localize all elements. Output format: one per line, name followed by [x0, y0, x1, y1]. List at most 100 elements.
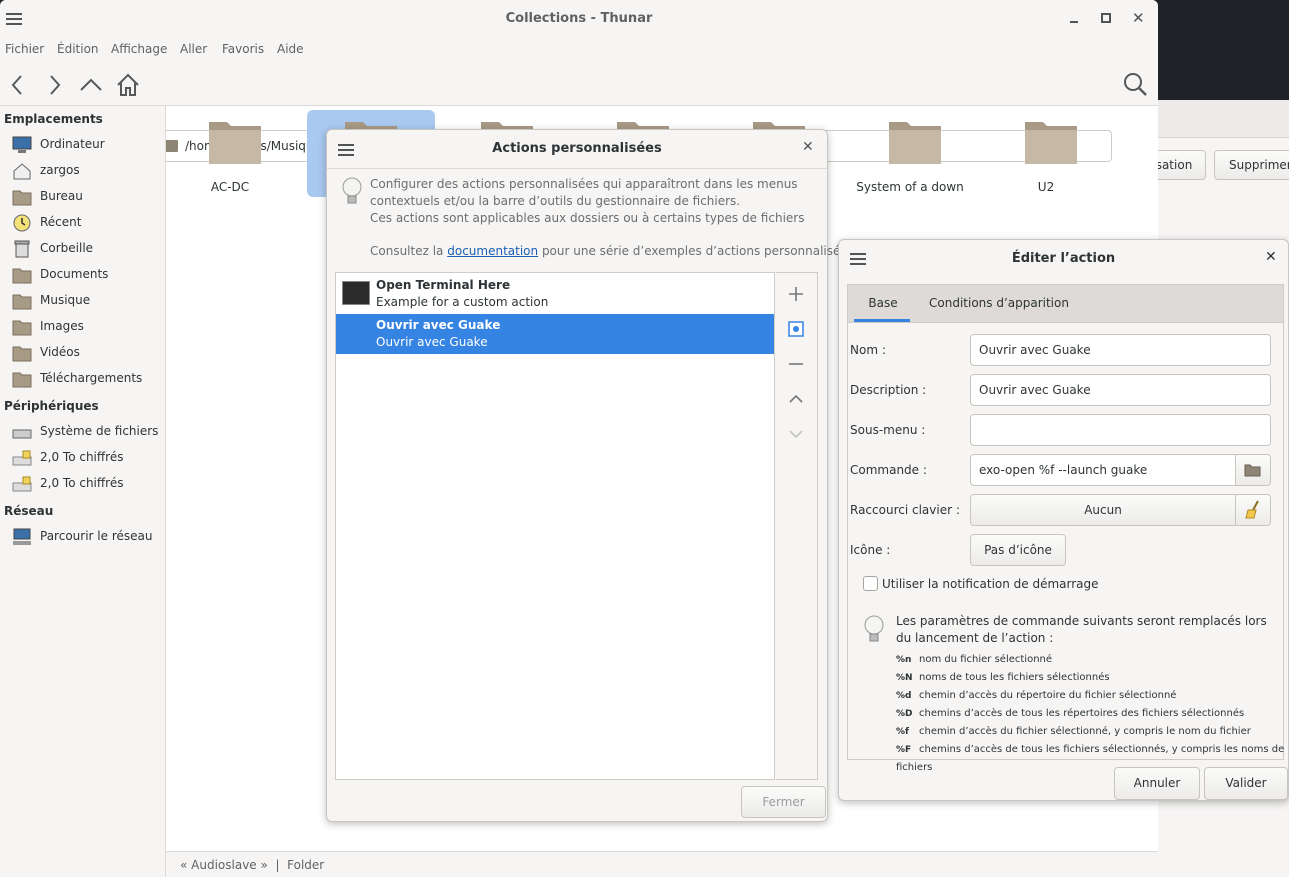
sidebar-item-images[interactable]: Images: [12, 316, 162, 338]
sidebar-item-label: zargos: [40, 163, 80, 177]
param-code: %F: [896, 745, 912, 755]
browse-command-button[interactable]: [1235, 454, 1271, 486]
param-row: %n nom du fichier sélectionné: [896, 651, 1286, 669]
consult-prefix: Consultez la: [370, 244, 448, 258]
network-icon: [13, 528, 31, 545]
edit-action-icon[interactable]: [785, 318, 807, 340]
up-icon[interactable]: [78, 72, 104, 98]
sidebar-item-corbeille[interactable]: Corbeille: [12, 238, 162, 260]
sidebar-item-label: Bureau: [40, 189, 83, 203]
action-name: Open Terminal Here: [376, 278, 511, 292]
documentation-link[interactable]: documentation: [447, 244, 538, 258]
remove-icon[interactable]: [785, 353, 807, 375]
cancel-button[interactable]: Annuler: [1114, 767, 1200, 800]
menu-aller[interactable]: Aller: [180, 42, 207, 56]
name-field[interactable]: Ouvrir avec Guake: [970, 334, 1271, 366]
sidebar-item-label: Système de fichiers: [40, 424, 159, 438]
startup-notify-checkbox[interactable]: [863, 576, 878, 591]
maximize-icon[interactable]: [1101, 13, 1111, 23]
drive-icon: [12, 450, 32, 466]
home-icon: [13, 163, 31, 180]
info-text: Configurer des actions personnalisées qu…: [370, 176, 820, 227]
sidebar-item-label: Images: [40, 319, 84, 333]
param-text: chemins d’accès de tous les répertoires …: [919, 708, 1245, 719]
sidebar-item-encrypted-1[interactable]: 2,0 To chiffrés: [12, 447, 162, 469]
tab-base[interactable]: Base: [856, 296, 910, 310]
move-up-icon[interactable]: [785, 388, 807, 410]
window-title: Collections - Thunar: [505, 11, 653, 26]
info-line: contextuels et/ou la barre d’outils du g…: [370, 194, 741, 208]
params-list: %n nom du fichier sélectionné %N noms de t…: [896, 651, 1286, 776]
list-item[interactable]: Open Terminal Here Example for a custom …: [336, 273, 774, 313]
validate-button[interactable]: Valider: [1204, 767, 1288, 800]
description-field[interactable]: Ouvrir avec Guake: [970, 374, 1271, 406]
tab-conditions[interactable]: Conditions d’apparition: [929, 296, 1069, 310]
lightbulb-icon: [864, 615, 884, 642]
shortcut-button[interactable]: Aucun: [970, 494, 1236, 526]
sidebar-item-label: Documents: [40, 267, 109, 281]
status-text: « Audioslave » | Folder: [180, 858, 325, 872]
param-row: %f chemin d’accès du fichier sélectionné,…: [896, 723, 1286, 741]
submenu-field[interactable]: [970, 414, 1271, 446]
back-icon[interactable]: [5, 72, 31, 98]
sidebar-item-recent[interactable]: Récent: [12, 212, 162, 234]
drive-icon: [12, 429, 32, 439]
search-icon[interactable]: [1122, 71, 1148, 97]
close-icon[interactable]: ✕: [1265, 249, 1277, 265]
param-row: %d chemin d’accès du répertoire du fichie…: [896, 687, 1286, 705]
menu-affichage[interactable]: Affichage: [111, 42, 167, 56]
delete-button[interactable]: Supprimer: [1214, 150, 1289, 180]
sidebar-item-zargos[interactable]: zargos: [12, 160, 162, 182]
menu-aide[interactable]: Aide: [277, 42, 304, 56]
name-label: Nom :: [850, 343, 886, 357]
menu-fichier[interactable]: Fichier: [5, 42, 44, 56]
sidebar-item-label: Musique: [40, 293, 91, 307]
sidebar-item-telechargements[interactable]: Téléchargements: [12, 368, 162, 390]
sidebar-section-peripheriques: Périphériques: [4, 399, 99, 413]
actions-list: Open Terminal Here Example for a custom …: [335, 272, 775, 780]
startup-notify-label: Utiliser la notification de démarrage: [882, 577, 1099, 591]
sidebar-item-label: Parcourir le réseau: [40, 529, 153, 543]
sidebar-item-parcourir-reseau[interactable]: Parcourir le réseau: [12, 526, 162, 548]
forward-icon[interactable]: [41, 72, 67, 98]
status-bar: « Audioslave » | Folder: [166, 851, 1158, 877]
dialog-title: Éditer l’action: [1011, 251, 1116, 266]
sidebar-item-systeme-fichiers[interactable]: Système de fichiers: [12, 421, 162, 443]
param-code: %n: [896, 655, 912, 665]
folder-icon: [889, 122, 941, 164]
param-row: %N noms de tous les fichiers sélectionnés: [896, 669, 1286, 687]
shortcut-label: Raccourci clavier :: [850, 503, 960, 517]
move-down-icon[interactable]: [785, 423, 807, 445]
icon-button[interactable]: Pas d’icône: [970, 534, 1066, 566]
dialog-title: Actions personnalisées: [492, 141, 662, 156]
sidebar-item-videos[interactable]: Vidéos: [12, 342, 162, 364]
close-icon[interactable]: ✕: [802, 139, 814, 155]
add-icon[interactable]: [785, 283, 807, 305]
menu-edition[interactable]: Édition: [57, 42, 99, 56]
home-icon[interactable]: [115, 72, 141, 98]
command-field[interactable]: exo-open %f --launch guake: [970, 454, 1236, 486]
sidebar-item-documents[interactable]: Documents: [12, 264, 162, 286]
clear-shortcut-button[interactable]: [1235, 494, 1271, 526]
folder-item[interactable]: U2: [1006, 110, 1086, 194]
list-item-selected[interactable]: Ouvrir avec Guake Ouvrir avec Guake: [336, 314, 774, 354]
param-text: chemin d’accès du répertoire du fichier …: [919, 690, 1177, 701]
folder-open-icon: [1244, 464, 1261, 477]
menu-favoris[interactable]: Favoris: [222, 42, 264, 56]
sidebar-item-musique[interactable]: Musique: [12, 290, 162, 312]
sidebar-item-ordinateur[interactable]: Ordinateur: [12, 134, 162, 156]
sidebar-item-encrypted-2[interactable]: 2,0 To chiffrés: [12, 473, 162, 495]
folder-item[interactable]: System of a down: [856, 110, 964, 194]
folder-item[interactable]: AC-DC: [190, 110, 270, 194]
folder-icon: [12, 268, 32, 284]
sidebar-item-bureau[interactable]: Bureau: [12, 186, 162, 208]
minimize-icon[interactable]: [1068, 8, 1080, 28]
folder-icon: [12, 320, 32, 336]
command-label: Commande :: [850, 463, 927, 477]
close-icon[interactable]: ✕: [1132, 9, 1146, 27]
close-button[interactable]: Fermer: [741, 786, 826, 818]
submenu-label: Sous-menu :: [850, 423, 926, 437]
sidebar-item-label: Téléchargements: [40, 371, 143, 385]
lightbulb-icon: [342, 177, 362, 204]
consult-text: Consultez la documentation pour une séri…: [370, 244, 858, 258]
